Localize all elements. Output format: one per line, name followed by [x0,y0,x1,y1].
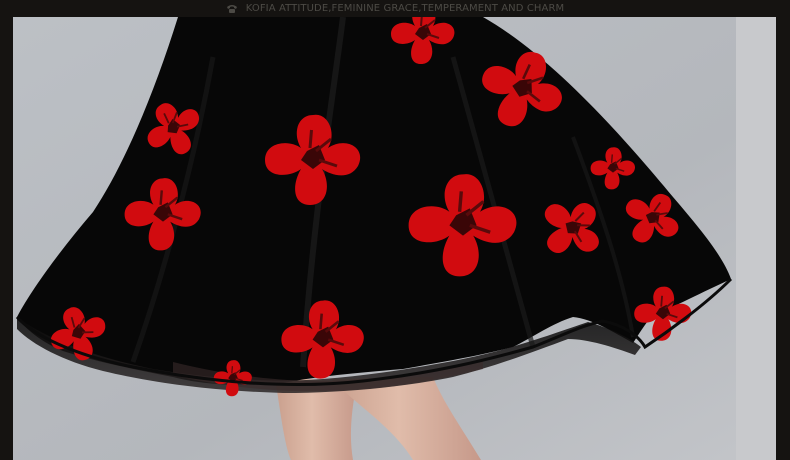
phone-icon [226,4,238,14]
tagline-bar: KOFIA ATTITUDE,FEMININE GRACE,TEMPERAMEN… [0,0,790,17]
dress-skirt-photo [13,17,776,460]
tagline-text: KOFIA ATTITUDE,FEMININE GRACE,TEMPERAMEN… [245,3,565,14]
product-detail-page: KOFIA ATTITUDE,FEMININE GRACE,TEMPERAMEN… [0,0,790,460]
photo-illustration [13,17,776,460]
